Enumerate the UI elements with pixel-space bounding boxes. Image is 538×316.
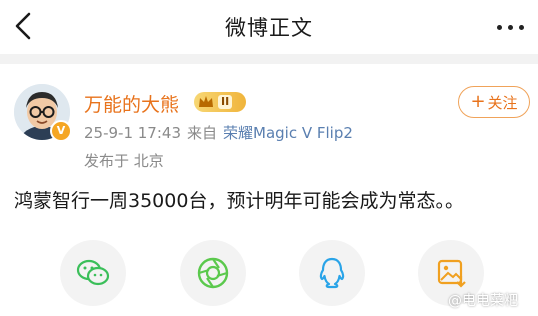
more-dots-icon bbox=[496, 24, 502, 30]
share-qq-button[interactable] bbox=[299, 240, 365, 306]
post-body: 鸿蒙智行一周35000台，预计明年可能会成为常态。。 bbox=[14, 190, 464, 212]
device-link[interactable]: 荣耀Magic V Flip2 bbox=[223, 124, 353, 142]
plus-icon: + bbox=[470, 91, 486, 112]
watermark: @电电菜粑 bbox=[448, 293, 518, 309]
level-text: II bbox=[218, 95, 233, 109]
more-dot bbox=[507, 24, 513, 30]
follow-button[interactable]: + 关注 bbox=[458, 86, 530, 118]
crown-icon bbox=[199, 96, 213, 107]
more-dot bbox=[518, 24, 524, 30]
verified-badge-icon: V bbox=[50, 120, 72, 142]
post-meta: 25-9-1 17:43 来自 荣耀Magic V Flip2 bbox=[84, 122, 353, 143]
page-title: 微博正文 bbox=[225, 16, 313, 40]
share-wechat-button[interactable] bbox=[60, 240, 126, 306]
app-screen: 微博正文 V 万能的大熊 II + 关注 25-9-1 17:43 来自 荣耀M… bbox=[0, 0, 538, 316]
moments-icon bbox=[197, 257, 229, 289]
save-image-icon bbox=[437, 259, 466, 288]
qq-icon bbox=[319, 257, 345, 289]
wechat-icon bbox=[76, 259, 110, 286]
post-date: 25-9-1 17:43 bbox=[84, 124, 181, 142]
post-location: 发布于 北京 bbox=[84, 152, 164, 170]
top-nav-bar: 微博正文 bbox=[0, 0, 538, 54]
follow-label: 关注 bbox=[487, 93, 518, 112]
section-divider bbox=[0, 54, 538, 64]
author-name[interactable]: 万能的大熊 bbox=[84, 90, 179, 117]
from-label: 来自 bbox=[187, 124, 218, 142]
more-button[interactable] bbox=[490, 12, 530, 42]
share-moments-button[interactable] bbox=[180, 240, 246, 306]
level-badge: II bbox=[194, 92, 246, 112]
